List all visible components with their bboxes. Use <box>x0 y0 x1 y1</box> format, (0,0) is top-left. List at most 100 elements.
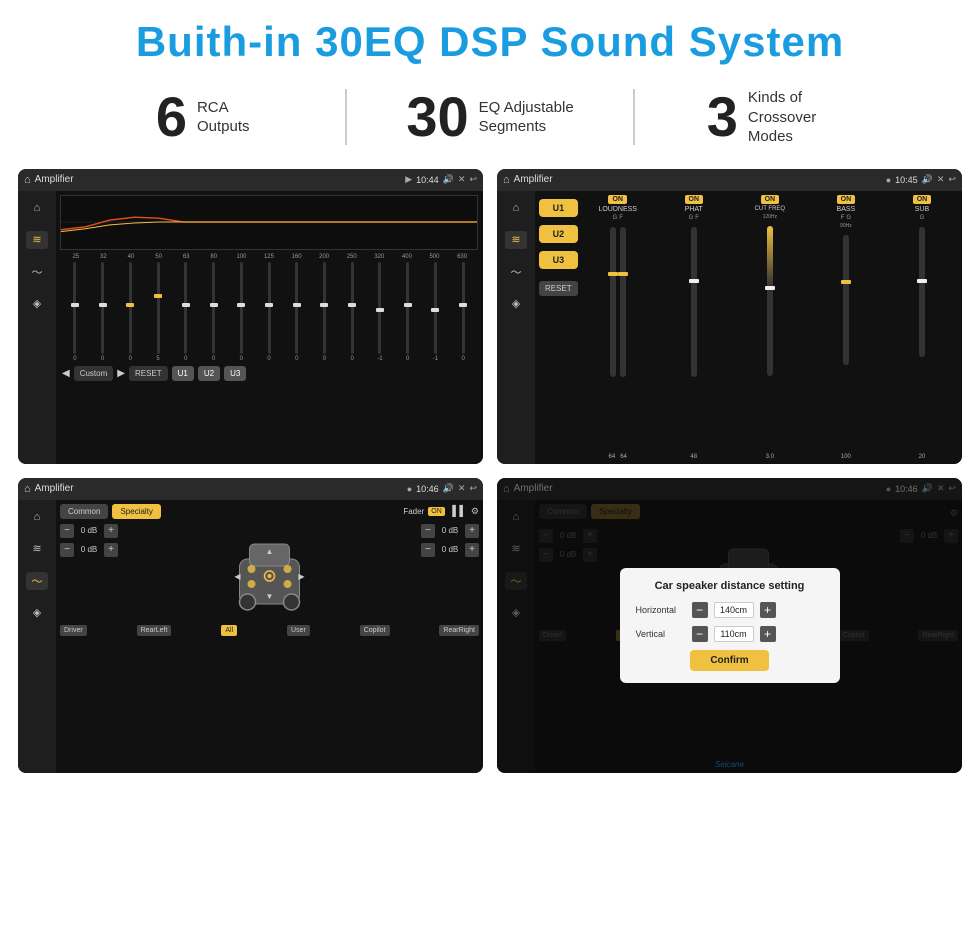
next-icon[interactable]: ▶ <box>117 368 125 379</box>
svg-text:▼: ▼ <box>266 592 274 601</box>
phat-on[interactable]: ON <box>685 195 704 204</box>
wave-sidebar-icon3[interactable]: 〜 <box>26 572 48 590</box>
rear-left-button[interactable]: RearLeft <box>137 625 172 636</box>
eq-slider-1[interactable]: 0 <box>62 262 88 362</box>
right-bot-plus[interactable]: + <box>465 543 479 557</box>
close-icon: ✕ <box>458 174 466 185</box>
user-button[interactable]: User <box>287 625 310 636</box>
prev-icon[interactable]: ◀ <box>62 368 70 379</box>
back-icon[interactable]: ↩ <box>469 174 477 185</box>
eq-slider-3[interactable]: 0 <box>117 262 143 362</box>
home-icon2[interactable]: ⌂ <box>503 174 510 186</box>
back-icon2[interactable]: ↩ <box>948 174 956 185</box>
eq-slider-2[interactable]: 0 <box>90 262 116 362</box>
right-db-controls: − 0 dB + − 0 dB + <box>421 524 479 557</box>
u3-button[interactable]: U3 <box>224 366 246 381</box>
eq-slider-10[interactable]: 0 <box>312 262 338 362</box>
u1-select[interactable]: U1 <box>539 199 578 217</box>
eq-slider-12[interactable]: -1 <box>367 262 393 362</box>
dot-icon3: ● <box>407 484 412 494</box>
freq-100: 100 <box>228 254 256 260</box>
car-diagram: ▲ ▼ ◀ ▶ <box>124 524 415 619</box>
u1-button[interactable]: U1 <box>172 366 194 381</box>
screen-dialog: ⌂ Amplifier ● 10:46 🔊 ✕ ↩ ⌂ ≋ 〜 ◈ Common… <box>497 478 962 773</box>
sub-on[interactable]: ON <box>913 195 932 204</box>
eq-slider-14[interactable]: -1 <box>423 262 449 362</box>
eq-sidebar-icon2[interactable]: ≋ <box>505 231 527 249</box>
rear-right-button[interactable]: RearRight <box>439 625 479 636</box>
eq-slider-9[interactable]: 0 <box>284 262 310 362</box>
screen3-topbar: ⌂ Amplifier ● 10:46 🔊 ✕ ↩ <box>18 478 483 500</box>
home-sidebar-icon3[interactable]: ⌂ <box>26 508 48 526</box>
fader-on[interactable]: ON <box>428 507 445 516</box>
channel-bass: ON BASS FG 90Hz 100 <box>810 195 882 460</box>
cutfreq-on[interactable]: ON <box>761 195 780 204</box>
speaker-sidebar-icon2[interactable]: ◈ <box>505 295 527 313</box>
home-icon[interactable]: ⌂ <box>24 174 31 186</box>
left-bot-minus[interactable]: − <box>60 543 74 557</box>
confirm-button[interactable]: Confirm <box>690 650 768 671</box>
home-sidebar-icon2[interactable]: ⌂ <box>505 199 527 217</box>
back-icon3[interactable]: ↩ <box>469 483 477 494</box>
eq-slider-15[interactable]: 0 <box>450 262 476 362</box>
eq-slider-11[interactable]: 0 <box>339 262 365 362</box>
speaker-sidebar-icon[interactable]: ◈ <box>26 295 48 313</box>
fader-slider[interactable]: ▐▐ <box>449 506 463 517</box>
eq-slider-4[interactable]: 5 <box>145 262 171 362</box>
svg-text:◀: ◀ <box>234 572 241 581</box>
u3-select[interactable]: U3 <box>539 251 578 269</box>
specialty-tab[interactable]: Specialty <box>112 504 160 519</box>
spk-main-area: Common Specialty Fader ON ▐▐ ⚙ − 0 <box>56 500 483 773</box>
left-bot-plus[interactable]: + <box>104 543 118 557</box>
eq-slider-7[interactable]: 0 <box>228 262 254 362</box>
horizontal-minus[interactable]: − <box>692 602 708 618</box>
cutfreq-name: CUT FREQ <box>755 206 786 212</box>
speaker-sidebar-icon3[interactable]: ◈ <box>26 604 48 622</box>
u2-button[interactable]: U2 <box>198 366 220 381</box>
eq-sidebar-icon[interactable]: ≋ <box>26 231 48 249</box>
right-bot-minus[interactable]: − <box>421 543 435 557</box>
eq-main-area: 25 32 40 50 63 80 100 125 160 200 250 32… <box>56 191 483 464</box>
vertical-label: Vertical <box>636 629 686 639</box>
common-tab[interactable]: Common <box>60 504 108 519</box>
loudness-on[interactable]: ON <box>608 195 627 204</box>
screen3-sidebar: ⌂ ≋ 〜 ◈ <box>18 500 56 773</box>
wave-sidebar-icon[interactable]: 〜 <box>26 263 48 281</box>
driver-button[interactable]: Driver <box>60 625 87 636</box>
right-top-plus[interactable]: + <box>465 524 479 538</box>
eq-slider-8[interactable]: 0 <box>256 262 282 362</box>
sub-name: SUB <box>915 206 929 213</box>
copilot-button[interactable]: Copilot <box>360 625 390 636</box>
wave-sidebar-icon2[interactable]: 〜 <box>505 263 527 281</box>
all-button[interactable]: All <box>221 625 237 636</box>
left-top-minus[interactable]: − <box>60 524 74 538</box>
home-sidebar-icon[interactable]: ⌂ <box>26 199 48 217</box>
volume-icon3: 🔊 <box>443 483 454 494</box>
svg-text:▲: ▲ <box>266 547 274 556</box>
channel-loudness: ON LOUDNESS GF <box>582 195 654 460</box>
reset-button[interactable]: RESET <box>129 366 168 381</box>
dsp-reset-button[interactable]: RESET <box>539 281 578 296</box>
left-top-plus[interactable]: + <box>104 524 118 538</box>
screen3-time: 10:46 <box>416 484 439 494</box>
u2-select[interactable]: U2 <box>539 225 578 243</box>
screen1-sidebar: ⌂ ≋ 〜 ◈ <box>18 191 56 464</box>
horizontal-plus[interactable]: + <box>760 602 776 618</box>
settings-icon[interactable]: ⚙ <box>471 506 479 517</box>
vertical-minus[interactable]: − <box>692 626 708 642</box>
spk-bottom-buttons: Driver RearLeft All User Copilot RearRig… <box>60 625 479 636</box>
bass-on[interactable]: ON <box>837 195 856 204</box>
eq-slider-5[interactable]: 0 <box>173 262 199 362</box>
vertical-plus[interactable]: + <box>760 626 776 642</box>
home-icon3[interactable]: ⌂ <box>24 483 31 495</box>
horizontal-label: Horizontal <box>636 605 686 615</box>
right-top-minus[interactable]: − <box>421 524 435 538</box>
eq-sidebar-icon3[interactable]: ≋ <box>26 540 48 558</box>
eq-slider-6[interactable]: 0 <box>201 262 227 362</box>
screen1-time: 10:44 <box>416 175 439 185</box>
left-top-db: − 0 dB + <box>60 524 118 538</box>
right-top-db: − 0 dB + <box>421 524 479 538</box>
eq-slider-13[interactable]: 0 <box>395 262 421 362</box>
custom-button[interactable]: Custom <box>74 366 114 381</box>
stat-rca-label: RCAOutputs <box>197 98 250 137</box>
